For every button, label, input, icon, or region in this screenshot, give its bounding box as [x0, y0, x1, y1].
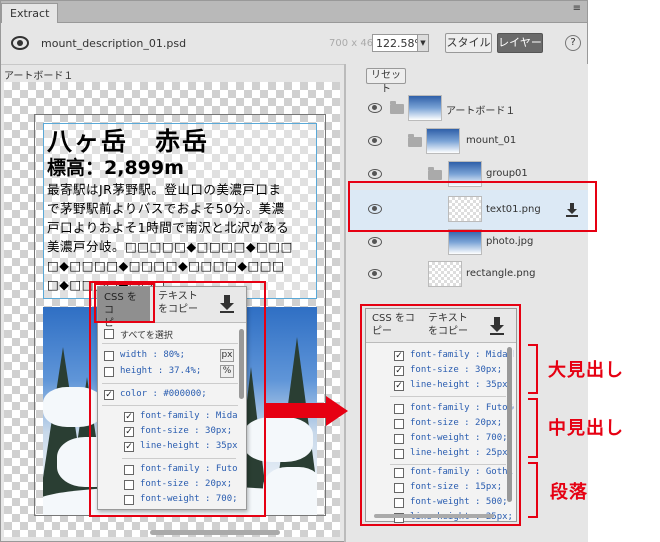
horizontal-scrollbar[interactable] — [150, 530, 280, 535]
layer-name: mount_01 — [466, 135, 517, 146]
layer-thumbnail — [448, 229, 482, 255]
text-layer-selection[interactable]: 八ヶ岳 赤岳 標高：2,899m 最寄駅はJR茅野駅。登山口の美濃戸口ま で茅野… — [43, 123, 317, 299]
body-line: 美濃戸分岐。□□□□□◆□□□□◆□□□ — [47, 239, 293, 254]
arrow-icon — [266, 403, 328, 418]
file-name: mount_description_01.psd — [41, 37, 187, 50]
layer-thumbnail — [426, 128, 460, 154]
bracket-paragraph — [528, 462, 538, 518]
body-line: 戸口よりおよそ1時間で南沢と北沢がある — [47, 220, 290, 235]
layer-name: rectangle.png — [466, 268, 536, 279]
label-large-heading: 大見出し — [548, 360, 624, 381]
visibility-eye-icon[interactable] — [368, 103, 382, 113]
label-medium-heading: 中見出し — [548, 418, 624, 439]
preview-body: 最寄駅はJR茅野駅。登山口の美濃戸口ま で茅野駅前よりバスでおよそ50分。美濃 … — [47, 180, 313, 294]
label-paragraph: 段落 — [550, 482, 588, 503]
visibility-eye-icon[interactable] — [368, 136, 382, 146]
highlight-left-popup — [89, 281, 266, 517]
layer-row[interactable]: mount_01 — [346, 125, 588, 158]
help-icon[interactable]: ? — [565, 35, 581, 51]
layers-button[interactable]: レイヤー — [497, 33, 543, 53]
layer-thumbnail — [408, 95, 442, 121]
visibility-eye-icon[interactable] — [368, 237, 382, 247]
styles-button[interactable]: スタイル — [445, 33, 492, 53]
body-line: で茅野駅前よりバスでおよそ50分。美濃 — [47, 201, 285, 216]
layer-name: group01 — [486, 168, 528, 179]
body-line: □◆□□□□◆□□□□◆□□□□◆□□□ — [47, 258, 285, 273]
panel-menu-icon[interactable]: ≡ — [573, 3, 581, 14]
preview-title: 八ヶ岳 赤岳 — [47, 127, 210, 156]
preview-eye-icon[interactable] — [11, 36, 29, 50]
layer-row[interactable]: アートボード１ — [346, 92, 588, 125]
tab-bar: Extract ≡ — [1, 1, 587, 23]
bracket-large-heading — [528, 344, 538, 394]
zoom-dropdown-icon[interactable]: ▼ — [417, 34, 429, 52]
toolbar: mount_description_01.psd 700 x 465 122.5… — [1, 23, 587, 65]
layer-name: photo.jpg — [486, 236, 534, 247]
layer-thumbnail — [428, 261, 462, 287]
visibility-eye-icon[interactable] — [368, 169, 382, 179]
body-line: 最寄駅はJR茅野駅。登山口の美濃戸口ま — [47, 182, 282, 197]
arrow-head-icon — [326, 396, 348, 426]
layer-name: アートボード１ — [446, 106, 516, 117]
layer-row[interactable]: rectangle.png — [346, 258, 588, 291]
highlight-right-popup — [360, 304, 521, 526]
bracket-medium-heading — [528, 398, 538, 458]
folder-icon — [428, 167, 442, 180]
folder-icon — [408, 134, 422, 147]
folder-icon — [390, 101, 404, 114]
tab-extract[interactable]: Extract — [1, 3, 59, 23]
artboard-label: アートボード１ — [4, 71, 74, 82]
reset-button[interactable]: リセット — [366, 68, 406, 95]
zoom-input[interactable]: 122.58% — [372, 34, 425, 52]
preview-subtitle: 標高：2,899m — [47, 157, 184, 179]
highlight-selected-layer — [348, 181, 597, 232]
visibility-eye-icon[interactable] — [368, 269, 382, 279]
